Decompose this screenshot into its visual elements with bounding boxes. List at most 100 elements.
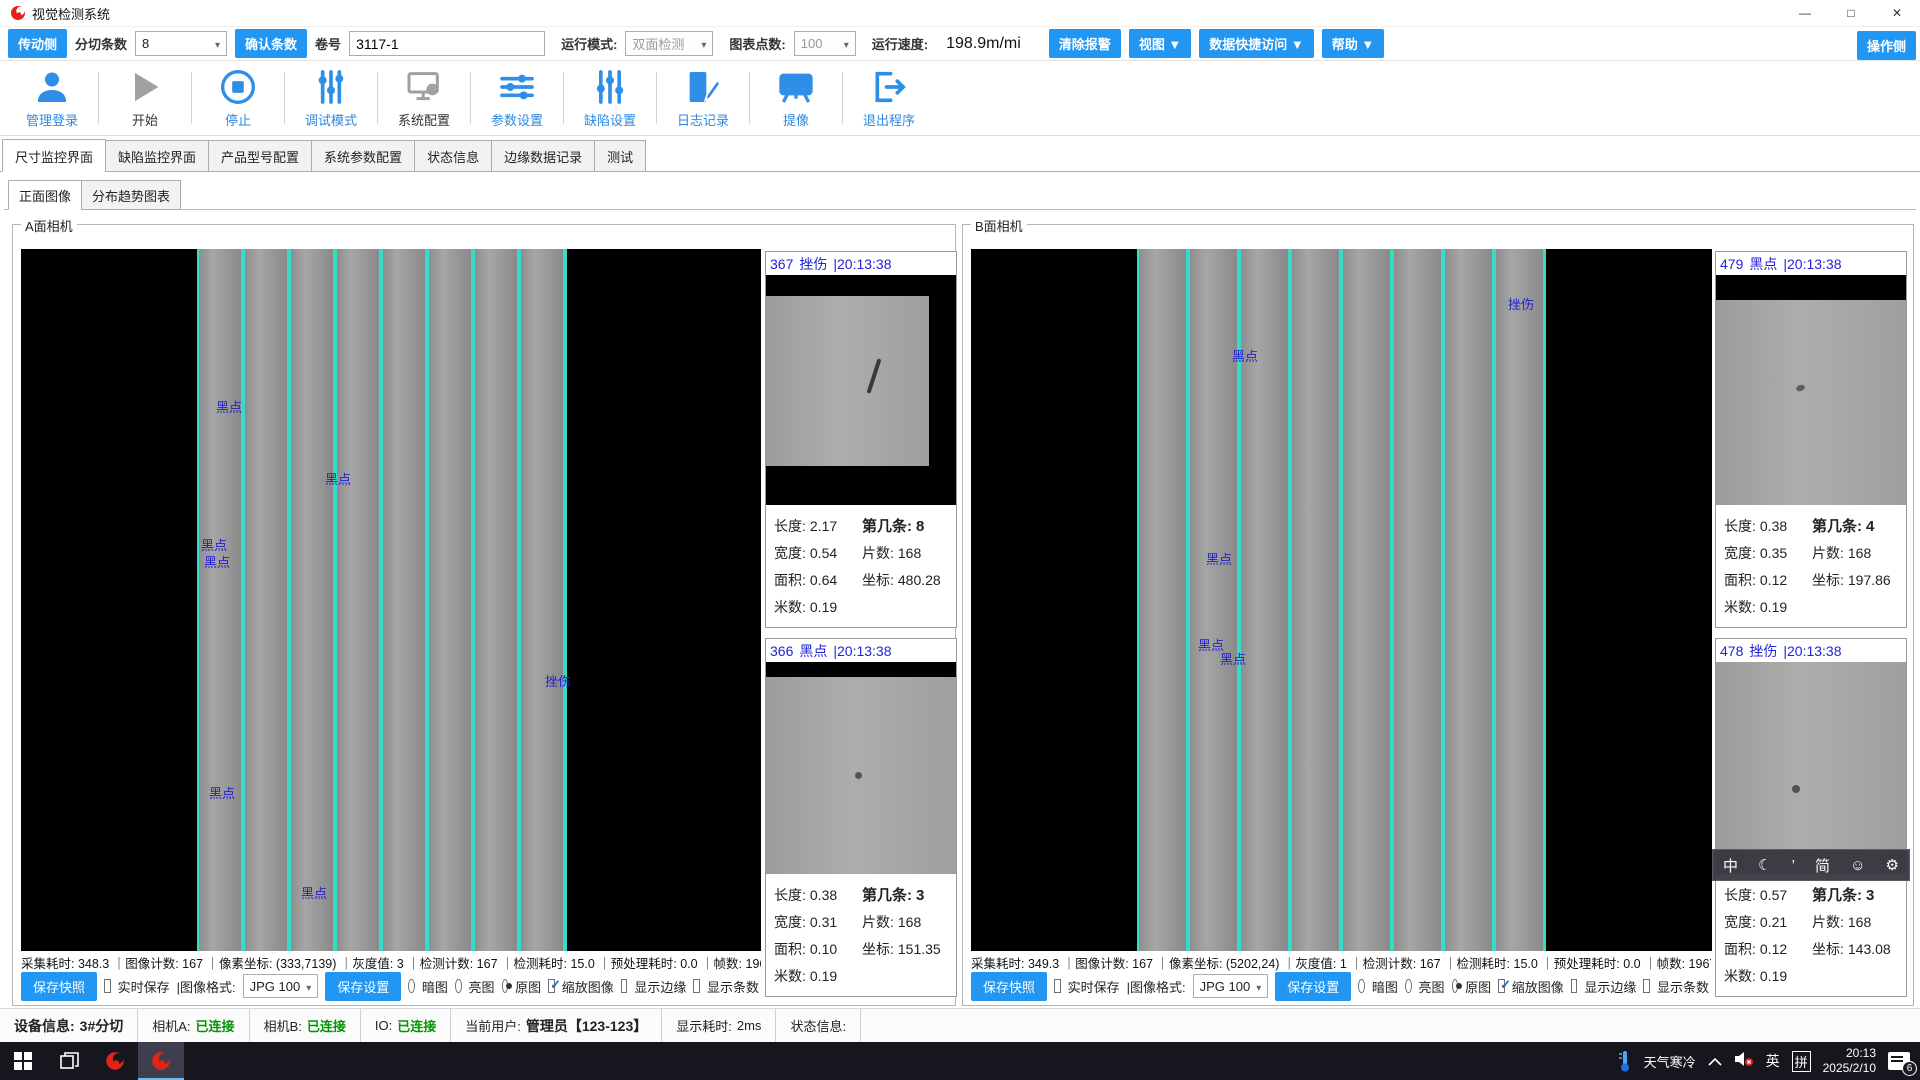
roll-number-input[interactable] (349, 31, 545, 56)
start-button[interactable]: 开始 (99, 67, 191, 129)
chart-points-select[interactable]: 100 (794, 31, 856, 56)
clock[interactable]: 20:13 2025/2/10 (1823, 1046, 1876, 1076)
bright-image-radio[interactable] (1405, 979, 1412, 993)
defect-label: 黑点 (209, 783, 235, 802)
weather-text[interactable]: 天气寒冷 (1644, 1052, 1696, 1071)
tab-test[interactable]: 测试 (594, 140, 646, 172)
ime-simplified-button[interactable]: 简 (1815, 855, 1830, 876)
input-language-indicator[interactable]: 英 (1766, 1051, 1780, 1071)
drive-side-button[interactable]: 传动侧 (8, 29, 67, 58)
view-menu-button[interactable]: 视图 ▼ (1129, 29, 1191, 58)
ime-mode-indicator[interactable]: 拼 (1792, 1051, 1811, 1072)
realtime-save-checkbox[interactable] (104, 979, 111, 993)
admin-login-button[interactable]: 管理登录 (6, 67, 98, 129)
save-settings-button[interactable]: 保存设置 (325, 972, 401, 1001)
save-settings-button[interactable]: 保存设置 (1275, 972, 1351, 1001)
ime-punctuation-button[interactable]: ’ (1792, 857, 1795, 874)
realtime-save-label: 实时保存 (1068, 977, 1120, 996)
status-info: 状态信息: (776, 1009, 861, 1042)
data-quick-access-menu-button[interactable]: 数据快捷访问 ▼ (1199, 29, 1313, 58)
display-time: 显示耗时: 2ms (662, 1009, 776, 1042)
bright-image-radio[interactable] (455, 979, 462, 993)
start-button[interactable] (0, 1042, 46, 1080)
image-format-select[interactable]: JPG 100 (243, 974, 319, 998)
pinned-app-button[interactable] (92, 1042, 138, 1080)
ime-settings-gear-icon[interactable]: ⚙ (1886, 856, 1899, 874)
notification-center-button[interactable]: 6 (1888, 1052, 1910, 1070)
tab-system-param-config[interactable]: 系统参数配置 (311, 140, 415, 172)
show-edge-checkbox[interactable] (1571, 979, 1578, 993)
save-snapshot-button[interactable]: 保存快照 (971, 972, 1047, 1001)
original-image-radio[interactable] (1452, 979, 1459, 993)
exit-program-button[interactable]: 退出程序 (843, 67, 935, 129)
tab-product-model-config[interactable]: 产品型号配置 (208, 140, 312, 172)
defect-card[interactable]: 366 黑点 |20:13:38 长度:0.38 宽度:0.31 面积:0.10… (765, 638, 957, 997)
realtime-save-checkbox[interactable] (1054, 979, 1061, 993)
zoom-image-checkbox[interactable] (1498, 979, 1505, 993)
show-strips-checkbox[interactable] (1643, 979, 1650, 993)
close-button[interactable]: ✕ (1874, 0, 1920, 26)
tray-expand-icon[interactable] (1708, 1057, 1722, 1066)
chart-points-label: 图表点数: (729, 34, 785, 53)
minimize-button[interactable]: — (1782, 0, 1828, 26)
bright-image-label: 亮图 (469, 977, 495, 996)
system-config-button[interactable]: 系统配置 (378, 67, 470, 129)
defect-settings-button[interactable]: 缺陷设置 (564, 67, 656, 129)
tab-size-monitor[interactable]: 尺寸监控界面 (2, 139, 106, 172)
defect-card-header: 479 黑点 |20:13:38 (1716, 252, 1906, 275)
original-image-radio[interactable] (502, 979, 509, 993)
subtab-front-image[interactable]: 正面图像 (8, 180, 82, 210)
camera-b-panel: B面相机 黑点 挫伤 黑点 黑点 黑点 479 黑点 |20:13:38 (962, 224, 1914, 1006)
dark-image-label: 暗图 (1372, 977, 1398, 996)
camera-a-status-line: 采集耗时: 348.3 ｜图像计数: 167 ｜像素坐标: (333,7139)… (21, 953, 761, 972)
slit-count-select[interactable]: 8 (135, 31, 227, 56)
task-view-button[interactable] (46, 1042, 92, 1080)
ime-fullwidth-moon-icon[interactable]: ☾ (1758, 856, 1771, 874)
defect-label: 黑点 (325, 469, 351, 488)
io-connection: IO: 已连接 (361, 1009, 451, 1042)
ime-emoji-button[interactable]: ☺ (1850, 857, 1865, 874)
original-image-label: 原图 (1465, 977, 1491, 996)
maximize-button[interactable]: □ (1828, 0, 1874, 26)
stop-button[interactable]: 停止 (192, 67, 284, 129)
volume-muted-icon[interactable] (1734, 1051, 1754, 1072)
defect-card-header: 366 黑点 |20:13:38 (766, 639, 956, 662)
run-mode-label: 运行模式: (561, 34, 617, 53)
tab-defect-monitor[interactable]: 缺陷监控界面 (105, 140, 209, 172)
dark-image-radio[interactable] (408, 979, 415, 993)
defect-card[interactable]: 478 挫伤 |20:13:38 长度:0.57 宽度:0.21 面积:0.12… (1715, 638, 1907, 997)
running-app-button[interactable] (138, 1042, 184, 1080)
zoom-image-checkbox[interactable] (548, 979, 555, 993)
defect-time: |20:13:38 (833, 643, 891, 659)
user-icon (32, 67, 72, 107)
app-status-bar: 设备信息: 3#分切 相机A: 已连接 相机B: 已连接 IO: 已连接 当前用… (0, 1008, 1920, 1042)
show-edge-checkbox[interactable] (621, 979, 628, 993)
defect-stats: 长度:2.17 宽度:0.54 面积:0.64 米数:0.19 第几条:8 片数… (766, 505, 956, 627)
camera-icon (776, 67, 816, 107)
capture-image-button[interactable]: 提像 (750, 67, 842, 129)
debug-mode-button[interactable]: 调试模式 (285, 67, 377, 129)
show-strips-checkbox[interactable] (693, 979, 700, 993)
defect-card[interactable]: 367 挫伤 |20:13:38 长度:2.17 宽度:0.54 面积:0.64… (765, 251, 957, 628)
main-tab-strip: 尺寸监控界面 缺陷监控界面 产品型号配置 系统参数配置 状态信息 边缘数据记录 … (2, 142, 1920, 172)
run-mode-select[interactable]: 双面检测 (625, 31, 713, 56)
operator-side-button[interactable]: 操作侧 (1857, 31, 1916, 60)
ime-chinese-mode-button[interactable]: 中 (1723, 855, 1738, 876)
save-snapshot-button[interactable]: 保存快照 (21, 972, 97, 1001)
dark-image-radio[interactable] (1358, 979, 1365, 993)
confirm-count-button[interactable]: 确认条数 (235, 29, 307, 58)
tab-status-info[interactable]: 状态信息 (414, 140, 492, 172)
subtab-trend-chart[interactable]: 分布趋势图表 (81, 180, 181, 210)
clear-alarm-button[interactable]: 清除报警 (1049, 29, 1121, 58)
tab-edge-data-record[interactable]: 边缘数据记录 (491, 140, 595, 172)
camera-b-controls: 保存快照 实时保存 |图像格式: JPG 100 保存设置 暗图 亮图 原图 缩… (971, 971, 1709, 1001)
parameter-settings-button[interactable]: 参数设置 (471, 67, 563, 129)
defect-id: 366 (770, 643, 793, 659)
defect-thumbnail (1716, 662, 1906, 874)
image-format-select[interactable]: JPG 100 (1193, 974, 1269, 998)
strip-region (197, 249, 567, 951)
help-menu-button[interactable]: 帮助 ▼ (1322, 29, 1384, 58)
log-record-button[interactable]: 日志记录 (657, 67, 749, 129)
defect-card[interactable]: 479 黑点 |20:13:38 长度:0.38 宽度:0.35 面积:0.12… (1715, 251, 1907, 628)
defect-card-column: 367 挫伤 |20:13:38 长度:2.17 宽度:0.54 面积:0.64… (765, 251, 957, 1007)
